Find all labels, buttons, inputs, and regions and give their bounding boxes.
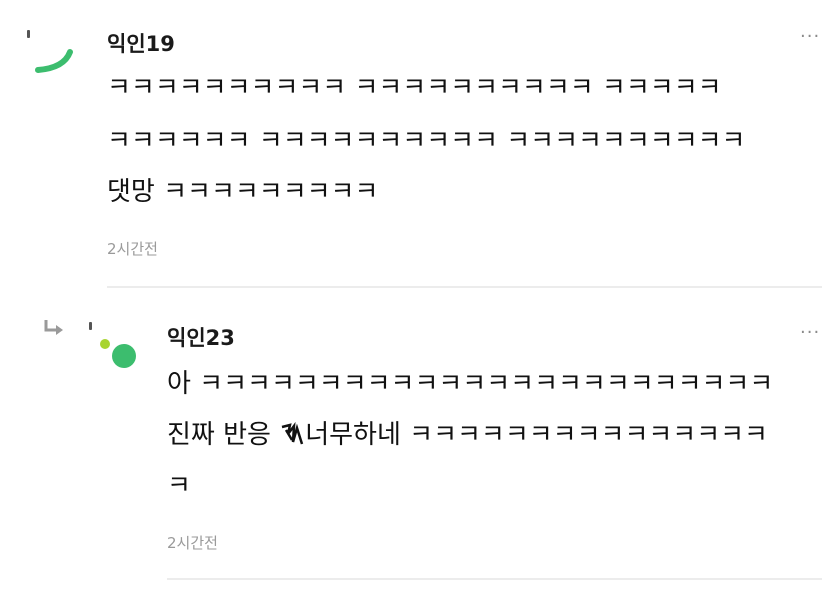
comment-body-line: 아 ㅋㅋㅋㅋㅋㅋㅋㅋㅋㅋㅋㅋㅋㅋㅋㅋㅋㅋㅋㅋㅋㅋㅋㅋ: [167, 369, 774, 399]
censored-scribble-icon: [280, 412, 304, 445]
timestamp: 2시간전: [107, 240, 158, 258]
comment-body-line: 진짜 반응 너무하네 ㅋㅋㅋㅋㅋㅋㅋㅋㅋㅋㅋㅋㅋㅋㅋ: [167, 409, 768, 462]
divider: [107, 286, 822, 288]
author-name[interactable]: 익인23: [167, 322, 235, 352]
comment-body-line: ㅋㅋㅋㅋㅋㅋㅋㅋㅋㅋ ㅋㅋㅋㅋㅋㅋㅋㅋㅋㅋ ㅋㅋㅋㅋㅋ: [107, 73, 722, 103]
comment-body-line: ㅋ: [167, 471, 191, 501]
timestamp: 2시간전: [167, 534, 218, 552]
comment-body-line: 댓망 ㅋㅋㅋㅋㅋㅋㅋㅋㅋ: [107, 177, 379, 207]
divider: [167, 578, 822, 580]
reply-arrow-icon: [42, 316, 72, 340]
more-options-button[interactable]: ···: [800, 324, 820, 342]
more-options-button[interactable]: ···: [800, 28, 820, 46]
comment-body-text: 너무하네 ㅋㅋㅋㅋㅋㅋㅋㅋㅋㅋㅋㅋㅋㅋㅋ: [305, 420, 768, 450]
comment-body-text: 진짜 반응: [167, 420, 280, 450]
comment-list: 익인19 ··· ㅋㅋㅋㅋㅋㅋㅋㅋㅋㅋ ㅋㅋㅋㅋㅋㅋㅋㅋㅋㅋ ㅋㅋㅋㅋㅋ ㅋㅋㅋ…: [0, 0, 840, 600]
avatar[interactable]: [86, 320, 142, 372]
comment-body-line: ㅋㅋㅋㅋㅋㅋ ㅋㅋㅋㅋㅋㅋㅋㅋㅋㅋ ㅋㅋㅋㅋㅋㅋㅋㅋㅋㅋ: [107, 126, 746, 156]
green-arc-avatar-icon: [27, 30, 73, 73]
avatar[interactable]: [22, 26, 80, 78]
author-name[interactable]: 익인19: [107, 28, 175, 58]
reply-comment-item: 익인23 ··· 아 ㅋㅋㅋㅋㅋㅋㅋㅋㅋㅋㅋㅋㅋㅋㅋㅋㅋㅋㅋㅋㅋㅋㅋㅋ 진짜 반…: [0, 300, 840, 600]
green-dots-avatar-icon: [89, 322, 136, 368]
comment-item: 익인19 ··· ㅋㅋㅋㅋㅋㅋㅋㅋㅋㅋ ㅋㅋㅋㅋㅋㅋㅋㅋㅋㅋ ㅋㅋㅋㅋㅋ ㅋㅋㅋ…: [0, 0, 840, 290]
